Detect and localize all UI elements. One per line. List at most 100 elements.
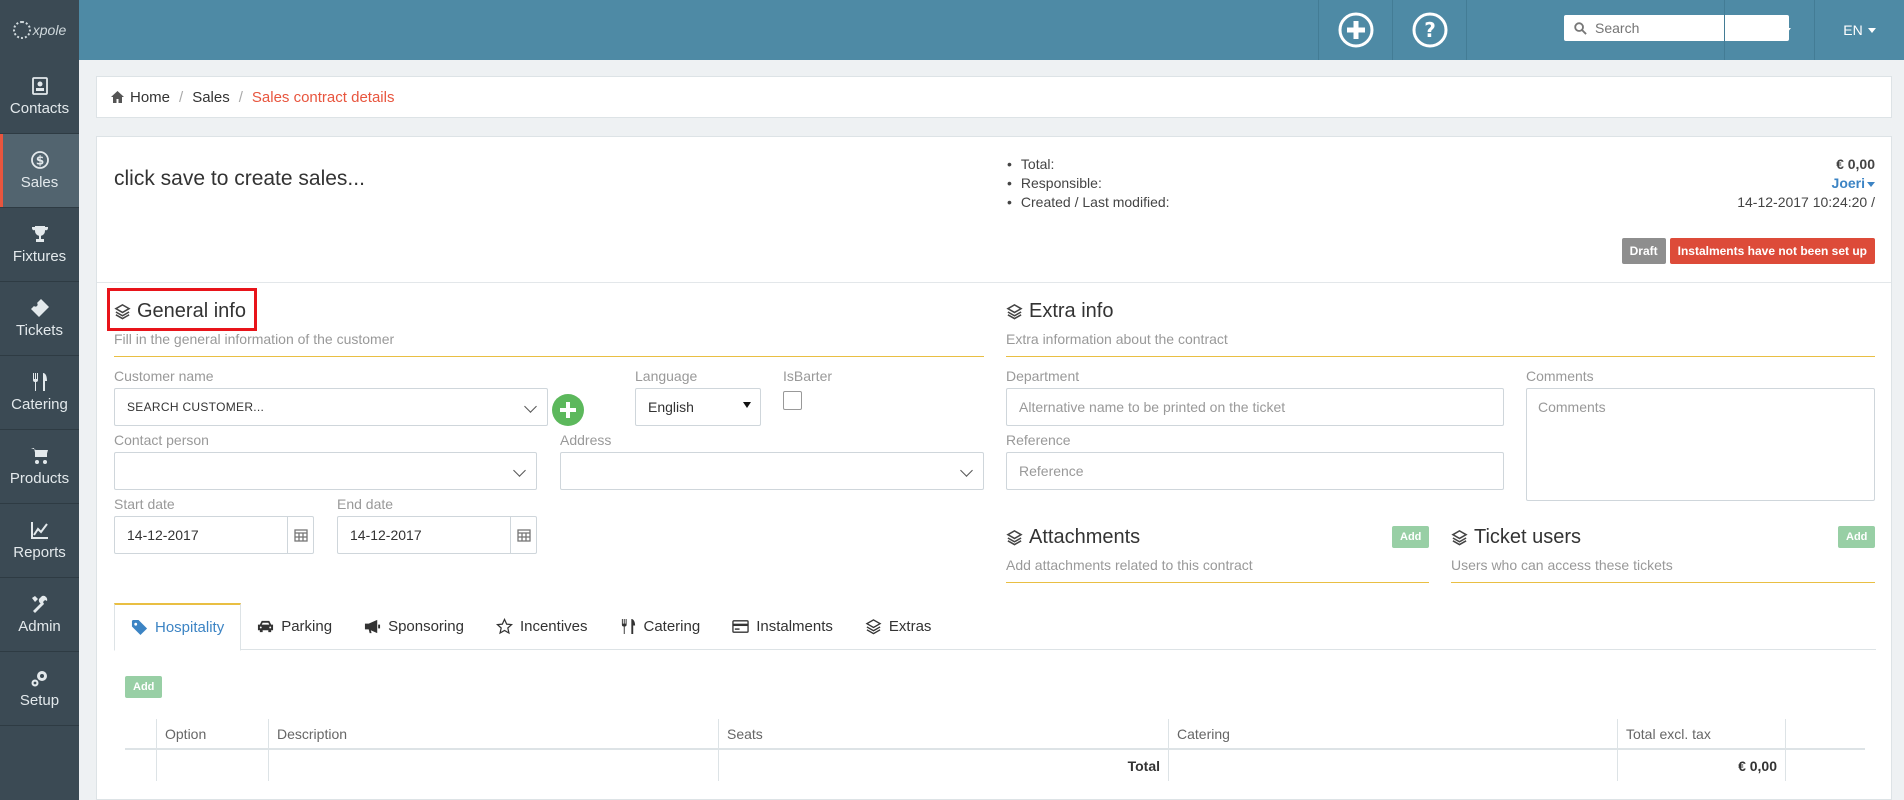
contact-person-label: Contact person [114, 432, 209, 448]
question-circle-icon: ? [1412, 12, 1447, 48]
cutlery-icon [32, 373, 47, 391]
add-customer-button[interactable] [552, 394, 584, 426]
contract-summary: Total: € 0,00 Responsible: Joeri Created /… [1007, 155, 1875, 212]
responsible-dropdown[interactable]: Joeri [1832, 174, 1875, 193]
logo-text: xpole [32, 22, 67, 38]
sidebar-item-setup[interactable]: Setup [0, 652, 79, 726]
chevron-down-icon [524, 400, 537, 413]
contact-person-select[interactable] [114, 452, 537, 490]
end-date-input[interactable]: 14-12-2017 [337, 516, 537, 554]
attachments-underline [1006, 582, 1429, 583]
table-header-actions [1785, 719, 1865, 748]
extra-info-subtitle: Extra information about the contract [1006, 331, 1228, 347]
start-date-picker-button[interactable] [287, 517, 313, 553]
tab-catering[interactable]: Catering [604, 603, 717, 650]
tab-label: Incentives [519, 618, 588, 635]
reference-placeholder: Reference [1019, 463, 1084, 479]
table-header-select [125, 719, 156, 748]
caret-down-icon [1867, 181, 1875, 187]
add-new-button[interactable] [1318, 0, 1392, 60]
reference-input[interactable]: Reference [1006, 452, 1504, 490]
isbarter-label: IsBarter [783, 368, 833, 384]
breadcrumb-separator: / [179, 88, 184, 106]
table-footer-total-value: € 0,00 [1617, 750, 1785, 781]
sidebar-item-label: Sales [20, 174, 59, 191]
draft-badge: Draft [1621, 238, 1666, 264]
sidebar-item-catering[interactable]: Catering [0, 356, 79, 430]
isbarter-checkbox[interactable] [783, 391, 802, 410]
trophy-icon [31, 226, 48, 242]
sidebar-item-tickets[interactable]: Tickets [0, 282, 79, 356]
user-name: Joeri [1747, 22, 1779, 38]
tab-instalments[interactable]: Instalments [716, 603, 849, 650]
language-menu[interactable]: EN [1814, 0, 1904, 60]
general-info-subtitle: Fill in the general information of the c… [114, 331, 395, 347]
search-icon [1574, 21, 1587, 35]
tab-label: Hospitality [155, 619, 225, 636]
table-footer-row: Total € 0,00 [125, 750, 1865, 781]
table-header-catering: Catering [1168, 719, 1617, 748]
star-icon [495, 618, 513, 635]
attachments-title: Attachments [1006, 526, 1140, 549]
sidebar-item-reports[interactable]: Reports [0, 504, 79, 578]
table-header-description: Description [268, 719, 718, 748]
sidebar-item-fixtures[interactable]: Fixtures [0, 208, 79, 282]
customer-name-label: Customer name [114, 368, 214, 384]
tab-label: Catering [643, 618, 701, 635]
language-label: Language [635, 368, 698, 384]
end-date-picker-button[interactable] [510, 517, 536, 553]
total-value: € 0,00 [1836, 156, 1875, 172]
table-footer-cell [268, 750, 718, 781]
tab-parking[interactable]: Parking [241, 603, 348, 650]
tab-hospitality[interactable]: Hospitality [114, 603, 242, 651]
tag-icon [131, 619, 148, 636]
gears-icon [31, 671, 47, 687]
hospitality-table: Option Description Seats Catering Total … [125, 719, 1865, 781]
customer-select[interactable]: SEARCH CUSTOMER... [114, 388, 548, 426]
contacts-icon [31, 77, 48, 95]
table-footer-cell [1168, 750, 1617, 781]
layers-icon [1006, 304, 1023, 320]
sidebar-item-sales[interactable]: $ Sales [0, 134, 79, 208]
department-input[interactable]: Alternative name to be printed on the ti… [1006, 388, 1504, 426]
breadcrumb-sales[interactable]: Sales [192, 89, 230, 106]
breadcrumb-separator: / [238, 88, 243, 106]
attachments-subtitle: Add attachments related to this contract [1006, 557, 1253, 573]
attachments-title-text: Attachments [1029, 526, 1141, 548]
credit-card-icon [732, 620, 749, 633]
home-icon [111, 91, 124, 103]
comments-label: Comments [1526, 368, 1594, 384]
comments-textarea[interactable]: Comments [1526, 388, 1875, 501]
tab-incentives[interactable]: Incentives [480, 603, 604, 650]
total-label: Total: [1007, 155, 1054, 174]
breadcrumb-home[interactable]: Home [130, 89, 170, 106]
product-tabs: Hospitality Parking Sponsoring Incentive… [114, 603, 1876, 651]
language-select[interactable]: English [635, 388, 761, 426]
contract-panel: click save to create sales... Total: € 0,… [96, 136, 1892, 800]
department-label: Department [1006, 368, 1080, 384]
address-select[interactable] [560, 452, 984, 490]
header-divider [97, 282, 1891, 283]
tab-extras[interactable]: Extras [849, 603, 948, 650]
general-info-underline [114, 356, 984, 357]
comments-placeholder: Comments [1538, 399, 1606, 415]
chevron-down-icon [513, 464, 526, 477]
language-select-value: English [648, 399, 694, 415]
sidebar-item-products[interactable]: Products [0, 430, 79, 504]
add-hospitality-button[interactable]: Add [125, 676, 163, 698]
sidebar-item-admin[interactable]: Admin [0, 578, 79, 652]
layers-icon [114, 304, 131, 320]
add-attachment-button[interactable]: Add [1392, 526, 1430, 548]
help-button[interactable]: ? [1392, 0, 1466, 60]
add-ticket-user-button[interactable]: Add [1838, 526, 1876, 548]
table-header-option: Option [156, 719, 268, 748]
breadcrumb: Home / Sales / Sales contract details [96, 76, 1892, 118]
end-date-label: End date [337, 496, 394, 512]
sidebar-item-label: Contacts [9, 100, 70, 117]
top-bar: ? Joeri EN [79, 0, 1904, 60]
start-date-input[interactable]: 14-12-2017 [114, 516, 314, 554]
user-menu[interactable]: Joeri [1724, 0, 1814, 60]
tab-sponsoring[interactable]: Sponsoring [348, 603, 480, 650]
app-logo[interactable]: xpole [0, 0, 79, 60]
sidebar-item-contacts[interactable]: Contacts [0, 60, 79, 134]
